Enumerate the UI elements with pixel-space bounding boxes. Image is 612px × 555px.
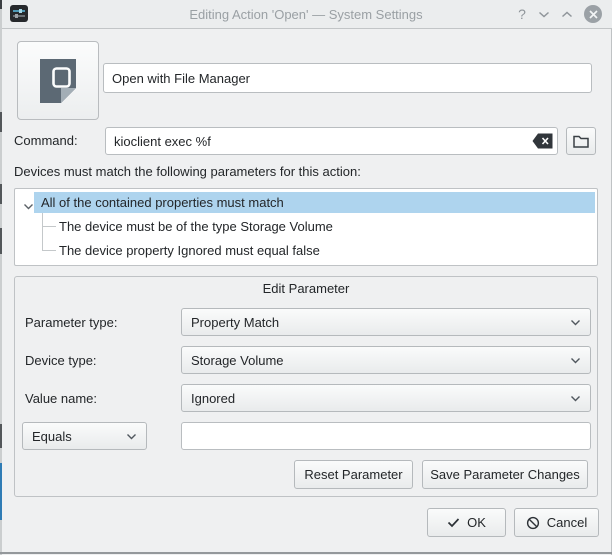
command-input[interactable] [105,127,558,155]
value-name-label: Value name: [25,391,97,406]
browse-file-button[interactable] [566,127,596,155]
window-bottom-edge [0,552,612,554]
parameter-type-select[interactable]: Property Match [181,308,591,336]
expand-chevron-icon[interactable] [23,197,34,215]
device-type-label: Device type: [25,353,97,368]
help-button[interactable]: ? [513,6,531,22]
tree-item-device-type[interactable]: The device must be of the type Storage V… [59,216,595,237]
parameters-tree[interactable]: All of the contained properties must mat… [14,188,598,266]
action-icon-button[interactable] [17,41,99,120]
device-type-select[interactable]: Storage Volume [181,346,591,374]
system-settings-icon[interactable] [10,5,28,22]
maximize-button[interactable] [558,6,576,22]
chevron-down-icon [126,433,137,440]
command-label: Command: [14,133,78,148]
group-title: Edit Parameter [14,281,598,296]
parameter-value-input[interactable] [181,422,591,450]
devices-caption: Devices must match the following paramet… [14,164,361,179]
close-button[interactable] [584,5,602,23]
chevron-up-icon [561,11,573,18]
document-icon [40,59,76,103]
check-icon [447,517,460,528]
action-name-input[interactable] [103,63,592,93]
value-name-select[interactable]: Ignored [181,384,591,412]
reset-parameter-button[interactable]: Reset Parameter [294,460,413,489]
parameter-type-label: Parameter type: [25,315,118,330]
minimize-button[interactable] [535,6,553,22]
ok-button[interactable]: OK [427,508,506,537]
chevron-down-icon [570,357,581,364]
chevron-down-icon [570,319,581,326]
close-icon [589,10,598,19]
operator-select[interactable]: Equals [22,422,147,450]
edit-action-dialog: Editing Action 'Open' — System Settings … [0,0,612,555]
folder-icon [573,135,589,148]
tree-item-property[interactable]: The device property Ignored must equal f… [59,240,595,261]
cancel-button[interactable]: Cancel [514,508,599,537]
cancel-icon [526,516,540,530]
clear-text-icon[interactable] [532,133,553,149]
chevron-down-icon [570,395,581,402]
chevron-down-icon [538,11,550,18]
save-parameter-button[interactable]: Save Parameter Changes [422,460,588,489]
tree-item-root[interactable]: All of the contained properties must mat… [34,192,595,213]
